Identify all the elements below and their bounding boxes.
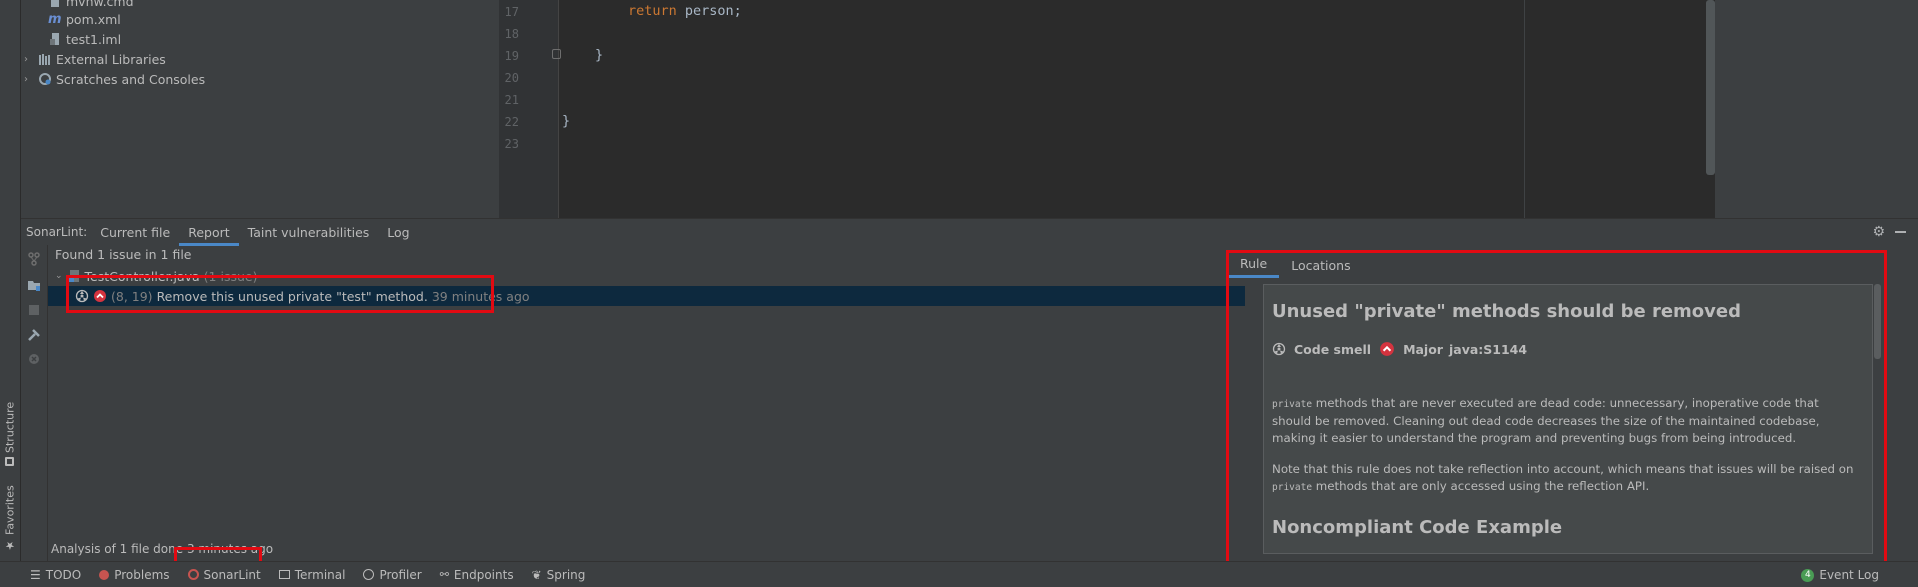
- java-file-icon: [68, 270, 79, 282]
- rule-description: Unused "private" methods should be remov…: [1263, 284, 1873, 554]
- branch-icon[interactable]: [27, 252, 41, 266]
- tree-item-external-libraries[interactable]: › External Libraries: [24, 49, 166, 69]
- rule-meta: Code smell Major java:S1144: [1272, 341, 1527, 357]
- spring-tab[interactable]: ❦ Spring: [523, 562, 595, 587]
- structure-label: Structure: [3, 401, 17, 453]
- editor-scrollbar[interactable]: [1706, 0, 1715, 175]
- major-severity-icon: [1380, 342, 1394, 356]
- issue-age: 39 minutes ago: [431, 288, 530, 304]
- code-line-19: }: [595, 47, 604, 63]
- rule-paragraph-1: private methods that are never executed …: [1272, 396, 1820, 445]
- tab-taint-vulnerabilities[interactable]: Taint vulnerabilities: [239, 219, 379, 246]
- sonarlint-icon: [187, 569, 199, 580]
- chevron-down-icon: ⌄: [55, 271, 63, 281]
- code-smell-icon: [1272, 342, 1286, 356]
- tab-log[interactable]: Log: [378, 219, 418, 246]
- rule-subheading: Noncompliant Code Example: [1272, 517, 1563, 538]
- editor-gutter: 17 18 19 20 21 22 23: [499, 0, 561, 218]
- tab-report[interactable]: Report: [179, 219, 239, 246]
- issue-row[interactable]: (8, 19) Remove this unused private "test…: [48, 286, 1245, 306]
- library-icon: [39, 54, 50, 65]
- fold-icon[interactable]: [552, 49, 561, 59]
- rule-details-panel: Rule Locations Unused "private" methods …: [1228, 252, 1885, 563]
- minimize-icon[interactable]: [1895, 231, 1906, 233]
- bottom-tool-bar: ☰ TODO Problems SonarLint Terminal Profi…: [0, 561, 1918, 587]
- sonarlint-tool-window-header: SonarLint: Current file Report Taint vul…: [21, 218, 1918, 246]
- favorites-tool-button[interactable]: ★ Favorites: [1, 484, 19, 552]
- file-node[interactable]: ⌄ TestController.java (1 issue): [55, 267, 257, 285]
- scratches-icon: [39, 73, 51, 85]
- favorites-label: Favorites: [3, 485, 17, 535]
- profiler-tab[interactable]: Profiler: [354, 562, 430, 587]
- rule-title: Unused "private" methods should be remov…: [1272, 301, 1742, 322]
- sonarlint-toolbar: [21, 245, 48, 561]
- endpoints-tab[interactable]: ⚯ Endpoints: [431, 562, 523, 587]
- structure-tool-button[interactable]: Structure: [1, 398, 19, 466]
- terminal-tab[interactable]: Terminal: [270, 562, 355, 587]
- module-file-icon: [50, 33, 59, 45]
- analyze-folder-icon[interactable]: [27, 278, 41, 292]
- file-issue-count: (1 issue): [203, 268, 258, 284]
- spring-icon: ❦: [531, 567, 542, 582]
- code-smell-icon: [75, 289, 89, 303]
- todo-tab[interactable]: ☰ TODO: [21, 562, 90, 587]
- file-name: TestController.java: [84, 268, 200, 284]
- rule-scrollbar[interactable]: [1874, 284, 1881, 359]
- file-icon: [51, 0, 59, 7]
- tree-item-scratches[interactable]: › Scratches and Consoles: [24, 69, 205, 89]
- clear-icon[interactable]: [27, 352, 41, 366]
- left-tool-strip: Structure ★ Favorites: [0, 0, 21, 561]
- rule-severity: Major: [1403, 341, 1443, 357]
- issue-message: Remove this unused private "test" method…: [156, 288, 428, 304]
- issue-location: (8, 19): [111, 288, 153, 304]
- terminal-icon: [278, 570, 290, 579]
- analysis-status: Analysis of 1 file done 3 minutes ago: [51, 542, 274, 556]
- tab-locations[interactable]: Locations: [1279, 252, 1362, 278]
- profiler-icon: [363, 569, 375, 580]
- problems-tab[interactable]: Problems: [90, 562, 178, 587]
- found-summary: Found 1 issue in 1 file: [55, 247, 192, 262]
- sonarlint-title: SonarLint:: [26, 225, 88, 239]
- rule-key: java:S1144: [1448, 341, 1528, 357]
- endpoints-icon: ⚯: [439, 568, 449, 581]
- rule-type: Code smell: [1294, 341, 1372, 357]
- right-margin-guide: [1524, 0, 1525, 218]
- tab-current-file[interactable]: Current file: [91, 219, 179, 246]
- gear-icon[interactable]: ⚙: [1872, 224, 1885, 240]
- stop-icon[interactable]: [27, 303, 41, 317]
- event-log-count-badge: 4: [1801, 568, 1815, 582]
- list-icon: ☰: [30, 567, 41, 582]
- star-icon: ★: [3, 539, 17, 552]
- project-tree: mvnw.cmd m pom.xml test1.iml › External …: [21, 0, 499, 218]
- tab-rule[interactable]: Rule: [1228, 252, 1280, 278]
- major-severity-icon: [94, 290, 106, 302]
- code-line-17: return person;: [628, 3, 742, 19]
- tree-item-pom-xml[interactable]: m pom.xml: [48, 9, 121, 29]
- code-editor[interactable]: 17 18 19 20 21 22 23 return person; } }: [499, 0, 1715, 218]
- maven-icon: m: [48, 11, 62, 27]
- structure-icon: [5, 457, 15, 466]
- chevron-right-icon: ›: [24, 73, 28, 85]
- tools-icon[interactable]: [27, 328, 41, 342]
- editor-side-area: [1715, 0, 1918, 218]
- code-line-22: }: [562, 113, 571, 129]
- issue-list: Found 1 issue in 1 file ⌄ TestController…: [48, 245, 1245, 561]
- sonarlint-tab[interactable]: SonarLint: [179, 562, 270, 587]
- chevron-right-icon: ›: [24, 53, 28, 65]
- event-log-tab[interactable]: 4 Event Log: [1792, 562, 1888, 587]
- error-icon: [99, 569, 110, 580]
- tree-item-test1-iml[interactable]: test1.iml: [48, 29, 121, 49]
- rule-tabs: Rule Locations: [1228, 252, 1885, 278]
- rule-paragraph-2: Note that this rule does not take reflec…: [1272, 462, 1854, 493]
